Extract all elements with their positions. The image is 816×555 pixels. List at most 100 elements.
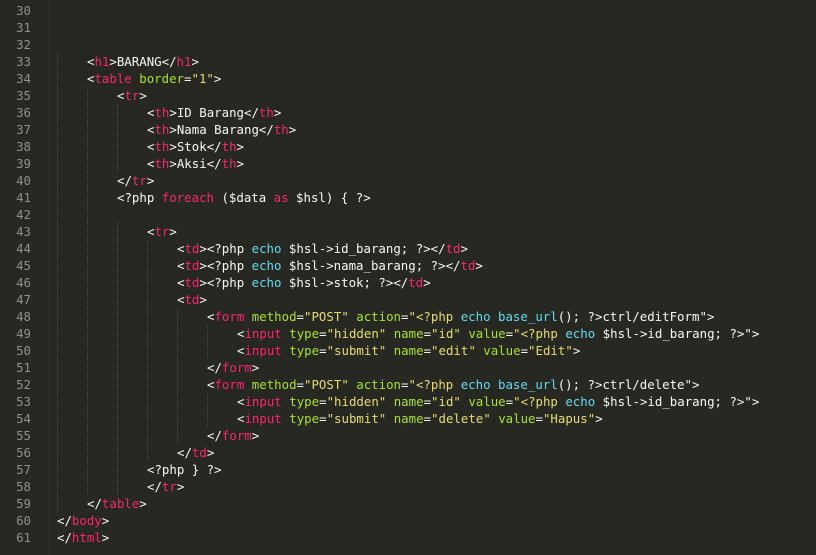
code-line[interactable]: 31 xyxy=(0,19,816,36)
code-token: name xyxy=(393,394,424,409)
indent-guide xyxy=(87,376,88,393)
code-line[interactable]: 54 <input type="submit" name="delete" val… xyxy=(0,410,816,427)
code-token: > xyxy=(206,445,215,460)
code-line[interactable]: 37 <th>Nama Barang</th> xyxy=(0,121,816,138)
indent-guide xyxy=(87,87,88,104)
code-token: </ xyxy=(177,445,192,460)
indent-guide xyxy=(177,393,178,410)
indent-guide xyxy=(117,138,118,155)
indent-guide xyxy=(117,308,118,325)
indent-guide xyxy=(57,359,58,376)
indent-guide xyxy=(57,427,58,444)
code-line[interactable]: 60 </body> xyxy=(0,512,816,529)
line-number: 45 xyxy=(16,258,31,273)
code-line[interactable]: 61 </html> xyxy=(0,529,816,546)
code-line[interactable]: 46 <td><?php echo $hsl->stok; ?></td> xyxy=(0,274,816,291)
indent-guide xyxy=(87,291,88,308)
code-line[interactable]: 47 <td> xyxy=(0,291,816,308)
code-line[interactable]: 50 <input type="submit" name="edit" value… xyxy=(0,342,816,359)
code-line[interactable]: 34 <table border="1"> xyxy=(0,70,816,87)
code-token: > xyxy=(751,326,760,341)
line-number: 33 xyxy=(16,54,31,69)
code-line[interactable]: 35 <tr> xyxy=(0,87,816,104)
code-line[interactable]: 48 <form method="POST" action="<?php echo… xyxy=(0,308,816,325)
code-text: <input type="hidden" name="id" value="<?… xyxy=(237,393,759,410)
line-number: 56 xyxy=(16,445,31,460)
line-number: 58 xyxy=(16,479,31,494)
code-line[interactable]: 52 <form method="POST" action="<?php echo… xyxy=(0,376,816,393)
code-token: th xyxy=(221,156,237,171)
line-number: 46 xyxy=(16,275,31,290)
code-text: <tr> xyxy=(117,87,147,104)
code-token: = xyxy=(319,343,327,358)
code-token: > xyxy=(751,394,760,409)
code-line[interactable]: 40 </tr> xyxy=(0,172,816,189)
indent-guide xyxy=(147,240,148,257)
indent-guide xyxy=(117,376,118,393)
code-token: (); ?>ctrl/delete" xyxy=(557,377,692,392)
line-number: 34 xyxy=(16,71,31,86)
indent-guide xyxy=(87,410,88,427)
code-token: "edit" xyxy=(431,343,476,358)
line-number: 38 xyxy=(16,139,31,154)
indent-guide xyxy=(57,121,58,138)
code-token: base_url xyxy=(498,309,558,324)
code-token: value xyxy=(483,343,521,358)
code-token: "<?php xyxy=(513,326,566,341)
code-line[interactable]: 42 xyxy=(0,206,816,223)
code-token: "POST" xyxy=(304,377,349,392)
code-token: $hsl->id_barang; ?></ xyxy=(281,241,446,256)
code-line[interactable]: 43 <tr> xyxy=(0,223,816,240)
indent-guide xyxy=(57,70,58,87)
code-line[interactable]: 32 xyxy=(0,36,816,53)
code-line[interactable]: 33 <h1>BARANG</h1> xyxy=(0,53,816,70)
indent-guide xyxy=(117,410,118,427)
code-line[interactable]: 56 </td> xyxy=(0,444,816,461)
code-line[interactable]: 30 xyxy=(0,2,816,19)
code-line[interactable]: 38 <th>Stok</th> xyxy=(0,138,816,155)
code-token: method xyxy=(251,309,297,324)
code-token: form xyxy=(221,360,252,375)
indent-guide xyxy=(87,427,88,444)
indent-guide xyxy=(117,257,118,274)
code-token: echo xyxy=(460,377,491,392)
code-token: ><?php xyxy=(199,275,252,290)
code-text: <td><?php echo $hsl->nama_barang; ?></td… xyxy=(177,257,483,274)
code-token: h1 xyxy=(176,54,192,69)
code-token: tr xyxy=(161,479,177,494)
code-line[interactable]: 49 <input type="hidden" name="id" value="… xyxy=(0,325,816,342)
code-line[interactable]: 58 </tr> xyxy=(0,478,816,495)
code-token: input xyxy=(244,411,282,426)
code-token: type xyxy=(289,343,320,358)
code-line[interactable]: 57 <?php } ?> xyxy=(0,461,816,478)
code-line[interactable]: 53 <input type="hidden" name="id" value="… xyxy=(0,393,816,410)
code-text: <td><?php echo $hsl->id_barang; ?></td> xyxy=(177,240,468,257)
indent-guide xyxy=(117,240,118,257)
line-number: 44 xyxy=(16,241,31,256)
code-editor[interactable]: 30 31 32 33 <h1>BARANG</h1> 34 <table border="… xyxy=(0,0,816,555)
indent-guide xyxy=(57,461,58,478)
code-line[interactable]: 55 </form> xyxy=(0,427,816,444)
indent-guide xyxy=(87,342,88,359)
code-line[interactable]: 59 </table> xyxy=(0,495,816,512)
code-text: </td> xyxy=(177,444,214,461)
code-line[interactable]: 41 <?php foreach ($data as $hsl) { ?> xyxy=(0,189,816,206)
indent-guide xyxy=(57,325,58,342)
code-line[interactable]: 36 <th>ID Barang</th> xyxy=(0,104,816,121)
code-text: <td> xyxy=(177,291,207,308)
code-token: > xyxy=(572,343,581,358)
indent-guide xyxy=(57,393,58,410)
indent-guide xyxy=(147,393,148,410)
code-token: > xyxy=(460,241,468,256)
indent-guide xyxy=(57,444,58,461)
code-line[interactable]: 44 <td><?php echo $hsl->id_barang; ?></td… xyxy=(0,240,816,257)
code-line[interactable]: 45 <td><?php echo $hsl->nama_barang; ?></… xyxy=(0,257,816,274)
code-line[interactable]: 51 </form> xyxy=(0,359,816,376)
code-line[interactable]: 39 <th>Aksi</th> xyxy=(0,155,816,172)
indent-guide xyxy=(117,461,118,478)
indent-guide xyxy=(147,325,148,342)
code-token: td xyxy=(184,292,200,307)
code-token: > xyxy=(146,173,155,188)
code-text: <td><?php echo $hsl->stok; ?></td> xyxy=(177,274,431,291)
code-token: tr xyxy=(124,88,140,103)
